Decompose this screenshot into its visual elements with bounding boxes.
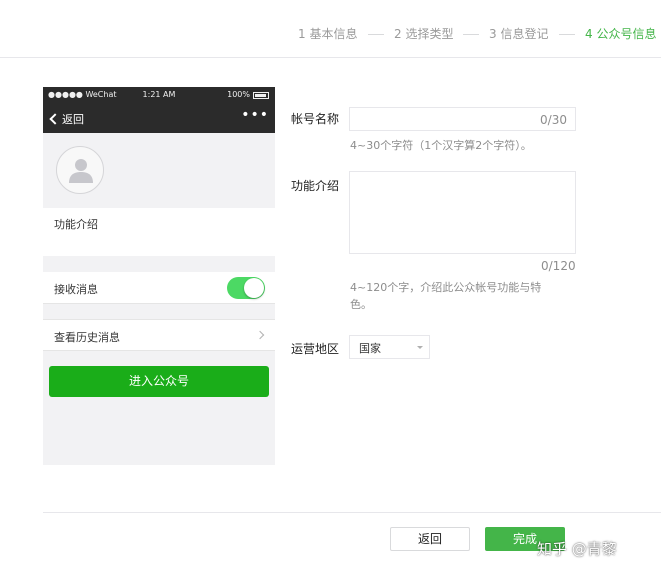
status-battery-text: 100%	[227, 90, 250, 99]
receive-messages-toggle[interactable]	[227, 277, 265, 299]
chevron-right-icon	[255, 330, 265, 340]
intro-textarea[interactable]	[349, 171, 576, 254]
chevron-left-icon	[49, 113, 61, 125]
phone-receive-label: 接收消息	[54, 283, 98, 296]
region-label: 运营地区	[291, 342, 340, 356]
step-progress: 1 基本信息 2 选择类型 3 信息登记 4 公众号信息	[0, 0, 661, 58]
region-select[interactable]: 国家	[349, 335, 430, 359]
back-button[interactable]: 返回	[390, 527, 470, 551]
user-silhouette-icon	[69, 159, 93, 183]
phone-status-bar: ●●●●● WeChat 1:21 AM 100%	[43, 87, 275, 103]
enter-account-button[interactable]: 进入公众号	[49, 366, 269, 397]
footer-divider	[43, 512, 661, 513]
phone-preview: ●●●●● WeChat 1:21 AM 100% 返回 ••• 功能介绍 接收…	[43, 87, 275, 465]
region-select-value: 国家	[359, 342, 381, 355]
phone-profile-header	[43, 133, 275, 208]
step-divider	[559, 34, 575, 35]
step-divider	[368, 34, 384, 35]
step-divider	[463, 34, 479, 35]
toggle-knob	[244, 278, 264, 298]
phone-intro-label: 功能介绍	[54, 218, 98, 231]
step-4-active: 4 公众号信息	[585, 27, 657, 41]
step-2: 2 选择类型	[394, 27, 454, 41]
step-3: 3 信息登记	[489, 27, 549, 41]
phone-receive-row: 接收消息	[43, 272, 275, 304]
intro-hint-line1: 4~120个字，介绍此公众帐号功能与特	[350, 281, 542, 294]
watermark: 知乎 @青黎	[537, 540, 617, 558]
phone-history-row[interactable]: 查看历史消息	[43, 319, 275, 351]
phone-back-label: 返回	[62, 113, 84, 126]
more-icon[interactable]: •••	[241, 107, 269, 123]
caret-down-icon	[417, 346, 423, 349]
account-name-hint: 4~30个字符（1个汉字算2个字符）。	[350, 139, 532, 152]
battery-icon	[253, 91, 269, 99]
intro-label: 功能介绍	[291, 179, 340, 193]
phone-history-label: 查看历史消息	[54, 331, 120, 344]
account-name-label: 帐号名称	[291, 112, 340, 126]
phone-back-button[interactable]: 返回	[49, 111, 84, 127]
status-battery-group: 100%	[227, 87, 269, 103]
account-name-input[interactable]: 0/30	[349, 107, 576, 131]
intro-counter: 0/120	[541, 259, 576, 273]
phone-intro-row: 功能介绍	[43, 208, 275, 256]
account-name-counter: 0/30	[540, 113, 567, 127]
intro-hint-line2: 色。	[350, 298, 372, 311]
phone-nav-bar: 返回 •••	[43, 103, 275, 133]
avatar	[56, 146, 104, 194]
step-1: 1 基本信息	[298, 27, 358, 41]
